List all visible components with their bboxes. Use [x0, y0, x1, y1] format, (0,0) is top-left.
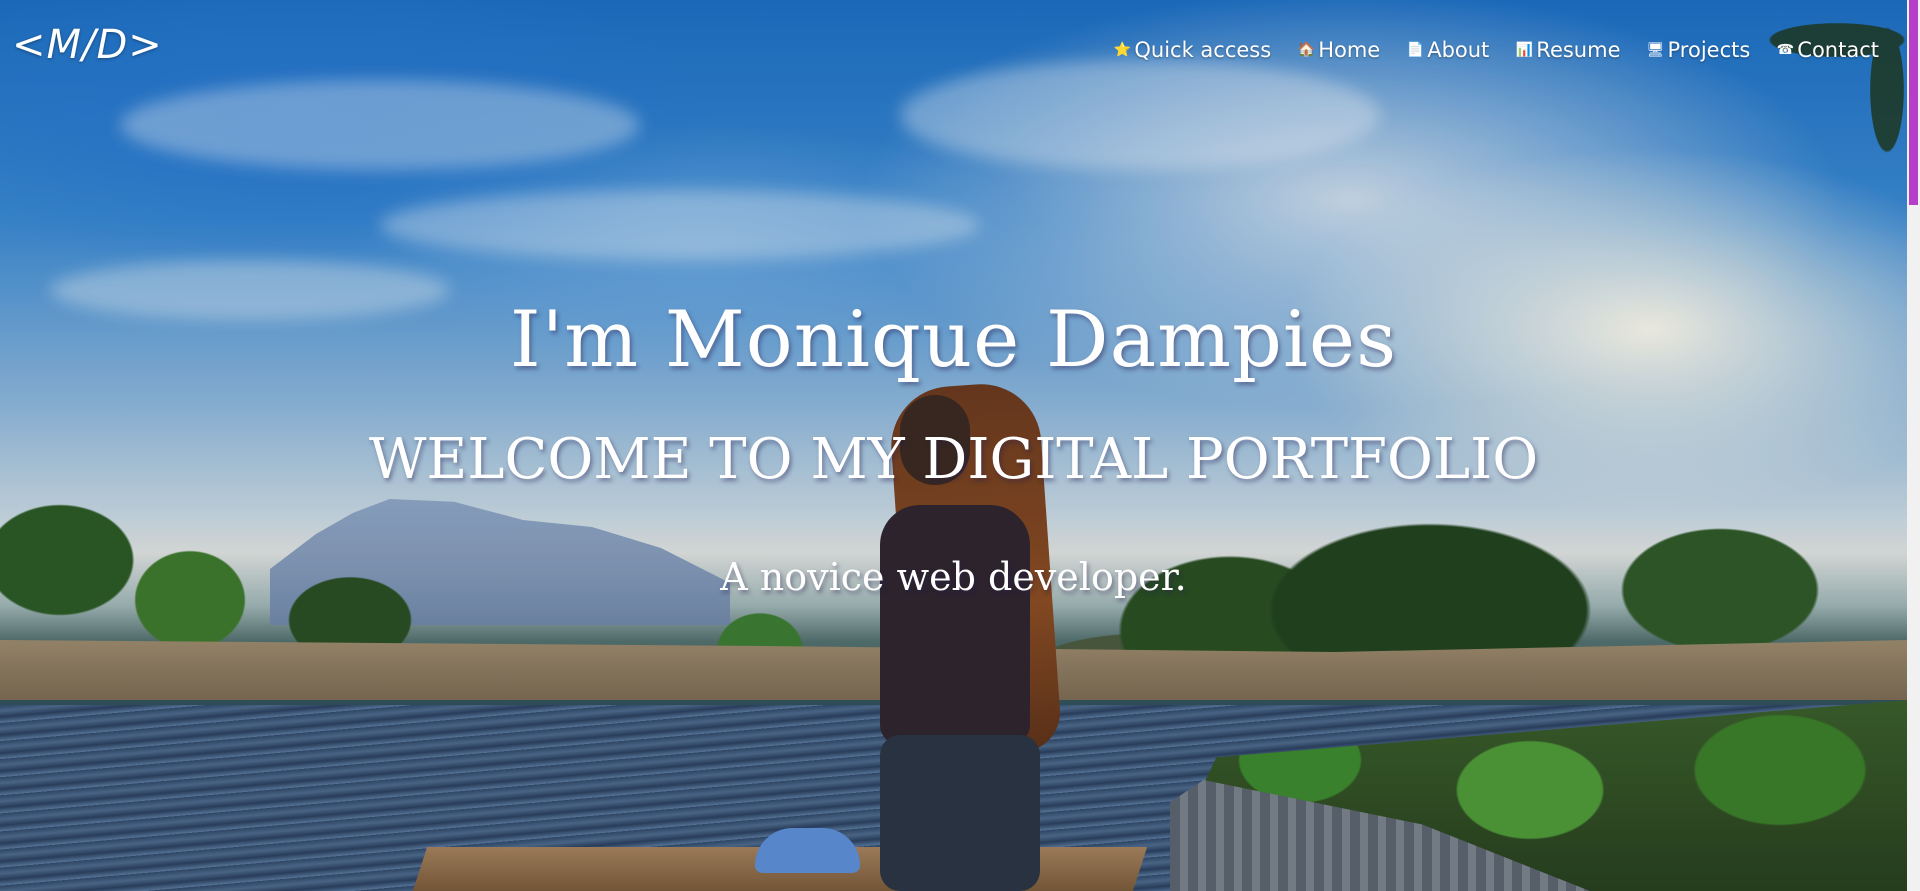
nav-about[interactable]: 📄 About: [1406, 38, 1489, 62]
star-icon: ⭐: [1113, 42, 1132, 58]
nav-resume[interactable]: 📊 Resume: [1515, 38, 1621, 62]
house-icon: 🏠: [1297, 42, 1315, 58]
nav-home[interactable]: 🏠 Home: [1297, 38, 1380, 62]
nav-item-label: Quick access: [1134, 38, 1272, 62]
scrollbar-thumb[interactable]: [1909, 0, 1918, 205]
document-icon: 📄: [1406, 42, 1424, 58]
site-logo[interactable]: <M/D>: [12, 22, 163, 68]
telephone-icon: ☎: [1776, 42, 1795, 58]
nav-item-label: About: [1427, 38, 1490, 62]
nav-item-label: Contact: [1797, 38, 1879, 62]
hero-subtitle: WELCOME TO MY DIGITAL PORTFOLIO: [368, 427, 1539, 492]
bar-chart-icon: 📊: [1515, 42, 1534, 58]
nav-item-label: Home: [1318, 38, 1381, 62]
nav-quick-access[interactable]: ⭐ Quick access: [1113, 38, 1272, 62]
page-scrollbar[interactable]: [1907, 0, 1920, 891]
nav-contact[interactable]: ☎ Contact: [1776, 38, 1879, 62]
nav-projects[interactable]: 🖥 Projects: [1647, 38, 1751, 62]
nav-item-label: Projects: [1667, 38, 1751, 62]
hero-title: I'm Monique Dampies: [509, 295, 1398, 385]
nav-item-label: Resume: [1536, 38, 1621, 62]
main-nav: ⭐ Quick access 🏠 Home 📄 About 📊 Resume 🖥…: [1113, 38, 1879, 62]
page-viewport: <M/D> ⭐ Quick access 🏠 Home 📄 About 📊 Re…: [0, 0, 1907, 891]
hero-tagline: A novice web developer.: [720, 555, 1187, 599]
monitor-icon: 🖥: [1646, 42, 1665, 58]
